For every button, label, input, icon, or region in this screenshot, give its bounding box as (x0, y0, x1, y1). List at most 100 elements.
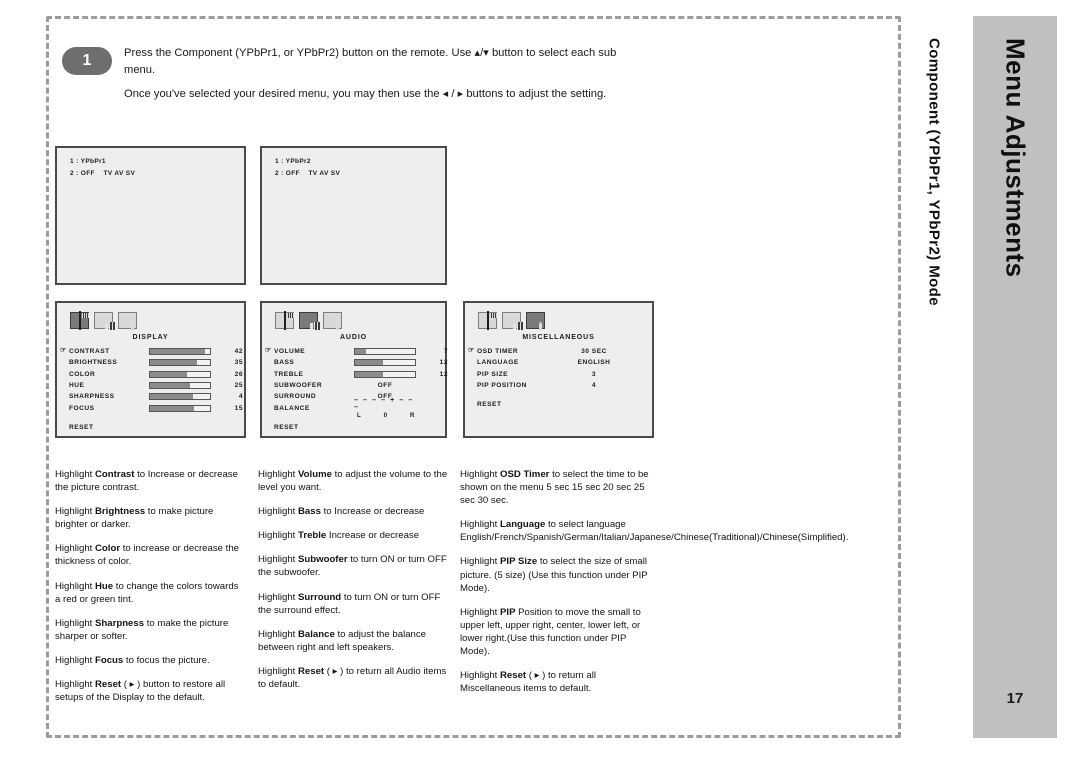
osd-row-label: LANGUAGE (477, 359, 519, 367)
speaker-icon[interactable] (502, 312, 521, 329)
description-paragraph: Highlight Color to increase or decrease … (55, 542, 241, 568)
monitor-icon[interactable] (70, 310, 89, 330)
cursor-pointer-icon: ☞ (468, 347, 475, 354)
description-term: PIP (500, 606, 516, 618)
step-line-2: Once you've selected your desired menu, … (124, 88, 607, 100)
osd-row-label: SHARPNESS (69, 393, 115, 401)
osd-row-slider[interactable] (149, 359, 211, 367)
description-paragraph: Highlight Balance to adjust the balance … (258, 628, 448, 654)
description-prefix: Highlight (460, 606, 500, 618)
osd-row-label: HUE (69, 382, 85, 390)
side-tab-subtitle-text: Component (YPbPr1, YPbPr2) Mode (925, 38, 943, 306)
description-term: Surround (298, 591, 342, 603)
osd-reset-row[interactable]: RESET (69, 424, 93, 431)
description-term: Reset (95, 679, 122, 691)
misc-icon[interactable] (118, 312, 137, 329)
description-paragraph: Highlight Reset ( ▸ ) to return all Audi… (258, 665, 448, 691)
osd-row[interactable]: COLOR 26 (69, 369, 256, 380)
source-line-1: 1 : YPbPr1 (70, 158, 106, 165)
osd-row-slider[interactable] (149, 393, 211, 401)
osd-row-list: ☞ OSD TIMER 30 SEC LANGUAGE ENGLISH PIP SIZE 3… (468, 346, 664, 391)
osd-row[interactable]: BALANCE – – – – + – – – L 0 R (274, 397, 457, 419)
description-prefix: Highlight (55, 679, 95, 691)
osd-row[interactable]: BASS 12 (274, 357, 457, 368)
description-paragraph: Highlight Brightness to make picture bri… (55, 505, 241, 531)
osd-row-slider[interactable] (149, 370, 211, 378)
description-term: Sharpness (95, 617, 145, 629)
osd-row[interactable]: ☞ VOLUME 7 (265, 346, 457, 357)
osd-row-slider[interactable] (149, 348, 211, 356)
osd-row-label: VOLUME (274, 348, 306, 356)
osd-row[interactable]: SUBWOOFER OFF (274, 380, 457, 391)
osd-row-slider[interactable] (354, 359, 416, 367)
osd-row[interactable]: HUE 25 (69, 380, 256, 391)
monitor-icon[interactable] (478, 310, 497, 330)
description-term: Treble (298, 530, 327, 542)
osd-reset-row[interactable]: RESET (477, 401, 501, 408)
osd-row-slider[interactable] (354, 348, 416, 356)
osd-icon-tabs (478, 310, 545, 330)
osd-row-value: 26 (234, 370, 243, 378)
osd-row-list: ☞ VOLUME 7 BASS 12 TREBLE 12 SUBWOOFER OFF SURROU… (265, 346, 457, 419)
osd-row-value: 25 (234, 382, 243, 390)
monitor-icon[interactable] (275, 310, 294, 330)
description-prefix: Highlight (460, 469, 500, 480)
source-line-2: 2 : OFF TV AV SV (275, 170, 341, 177)
osd-row[interactable]: PIP SIZE 3 (477, 369, 664, 380)
description-prefix: Highlight (55, 506, 95, 518)
osd-row-value: 30 SEC (581, 348, 607, 356)
osd-row-slider[interactable] (149, 382, 211, 390)
osd-reset-row[interactable]: RESET (274, 424, 298, 431)
step-line-1: Press the Component (YPbPr1, or YPbPr2) … (124, 47, 617, 59)
osd-row-value: OFF (377, 382, 393, 390)
description-column-miscellaneous: Highlight OSD Timer to select the time t… (460, 468, 848, 706)
osd-row-value: 4 (591, 382, 597, 390)
step-number-badge: 1 (62, 47, 112, 75)
osd-row[interactable]: LANGUAGE ENGLISH (477, 357, 664, 368)
description-column-display: Highlight Contrast to Increase or decrea… (55, 468, 241, 715)
description-column-audio: Highlight Volume to adjust the volume to… (258, 468, 448, 702)
speaker-icon[interactable] (94, 312, 113, 329)
speaker-icon[interactable] (299, 312, 318, 329)
osd-row-label: OSD TIMER (477, 348, 519, 356)
cursor-pointer-icon: ☞ (60, 347, 67, 354)
description-prefix: Highlight (460, 556, 500, 568)
osd-panel-title: MISCELLANEOUS (522, 334, 595, 341)
description-term: Balance (298, 628, 335, 640)
description-prefix: Highlight (55, 580, 95, 592)
description-term: Subwoofer (298, 554, 348, 566)
osd-row-value: 12 (439, 370, 448, 378)
osd-balance-control[interactable]: – – – – + – – – L 0 R (354, 397, 418, 419)
step-instruction-text: Press the Component (YPbPr1, or YPbPr2) … (124, 45, 824, 103)
description-term: Reset (500, 670, 527, 682)
description-body: to Increase or decrease (320, 506, 425, 518)
description-prefix: Highlight (258, 554, 298, 566)
misc-icon[interactable] (323, 312, 342, 329)
description-prefix: Highlight (460, 519, 500, 531)
description-prefix: Highlight (55, 543, 95, 555)
osd-balance-center: 0 (383, 412, 388, 420)
osd-icon-tabs (70, 310, 137, 330)
description-paragraph: Highlight PIP Position to move the small… (460, 606, 656, 658)
osd-row-slider[interactable] (354, 370, 416, 378)
osd-row[interactable]: ☞ OSD TIMER 30 SEC (468, 346, 664, 357)
misc-icon[interactable] (526, 312, 545, 329)
osd-row[interactable]: TREBLE 12 (274, 369, 457, 380)
description-paragraph: Highlight Sharpness to make the picture … (55, 617, 241, 643)
osd-row[interactable]: ☞ CONTRAST 42 (60, 346, 256, 357)
osd-row-value: 12 (439, 359, 448, 367)
osd-row-label: SURROUND (274, 393, 317, 401)
manual-page: 1 Press the Component (YPbPr1, or YPbPr2… (0, 0, 1080, 758)
osd-row[interactable]: PIP POSITION 4 (477, 380, 664, 391)
osd-row-label: COLOR (69, 370, 96, 378)
description-paragraph: Highlight OSD Timer to select the time t… (460, 468, 656, 507)
osd-row-label: PIP POSITION (477, 382, 527, 390)
osd-balance-right: R (410, 412, 415, 420)
description-term: Focus (95, 654, 124, 666)
description-term: OSD Timer (500, 469, 550, 480)
osd-row[interactable]: SHARPNESS 4 (69, 391, 256, 402)
osd-row-slider[interactable] (149, 404, 211, 412)
osd-panel-miscellaneous: MISCELLANEOUS ☞ OSD TIMER 30 SEC LANGUAGE ENG… (463, 301, 654, 438)
osd-row[interactable]: BRIGHTNESS 35 (69, 357, 256, 368)
osd-row[interactable]: FOCUS 15 (69, 402, 256, 413)
